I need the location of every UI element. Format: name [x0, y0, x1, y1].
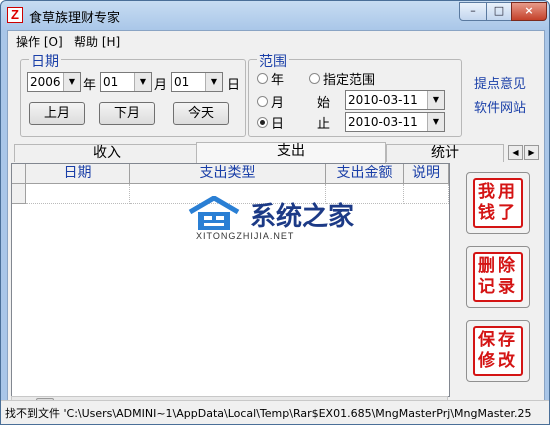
radio-custom-range[interactable]: [309, 73, 320, 84]
chevron-down-icon: ▼: [427, 113, 444, 131]
house-logo-icon: [188, 196, 240, 230]
start-date-value: 2010-03-11: [348, 93, 418, 107]
next-month-button[interactable]: 下月: [99, 102, 155, 125]
end-date-value: 2010-03-11: [348, 115, 418, 129]
minimize-button[interactable]: –: [459, 2, 487, 21]
seal-icon: 我用 钱了: [473, 178, 523, 228]
month-value: 01: [103, 75, 119, 89]
table-cell[interactable]: [404, 184, 449, 204]
seal-line: 钱了: [478, 203, 518, 223]
seal-icon: 保存 修改: [473, 326, 523, 376]
close-button[interactable]: ×: [511, 2, 547, 21]
chevron-down-icon: ▼: [205, 73, 222, 91]
start-date-select[interactable]: 2010-03-11 ▼: [345, 90, 445, 110]
website-link[interactable]: 软件网站: [474, 97, 526, 116]
title-bar[interactable]: Z 食草族理财专家 – □ ×: [1, 1, 549, 29]
radio-day-label: 日: [271, 117, 285, 132]
spend-button[interactable]: 我用 钱了: [466, 172, 530, 234]
today-button[interactable]: 今天: [173, 102, 229, 125]
chevron-down-icon: ▼: [63, 73, 80, 91]
seal-line: 记录: [478, 277, 518, 297]
table-cell[interactable]: [26, 184, 130, 204]
watermark-text: 系统之家: [250, 202, 355, 232]
watermark-subtext: XITONGZHIJIA.NET: [196, 231, 295, 241]
feedback-link[interactable]: 提点意见: [474, 73, 526, 92]
month-label: 月: [154, 78, 168, 93]
menu-help[interactable]: 帮助 [H]: [74, 33, 120, 50]
radio-custom-range-label: 指定范围: [323, 73, 376, 88]
tab-statistics[interactable]: 统计: [386, 144, 504, 162]
menu-operate[interactable]: 操作 [O]: [16, 33, 63, 50]
app-window: Z 食草族理财专家 – □ × 操作 [O] 帮助 [H] 日期 2006 ▼ …: [0, 0, 550, 425]
seal-line: 修改: [478, 351, 518, 371]
end-label: 止: [317, 117, 331, 132]
header-corner: [12, 164, 26, 184]
range-group-title: 范围: [257, 51, 289, 71]
chevron-down-icon: ▼: [134, 73, 151, 91]
year-select[interactable]: 2006 ▼: [27, 72, 81, 92]
tab-strip: 收入 支出 统计 ◀ ▶: [8, 142, 544, 163]
column-amount[interactable]: 支出金额: [326, 164, 404, 184]
app-logo-icon: Z: [7, 7, 23, 23]
radio-year[interactable]: [257, 73, 268, 84]
start-label: 始: [317, 96, 331, 111]
seal-line: 删除: [478, 256, 518, 276]
maximize-button[interactable]: □: [486, 2, 512, 21]
tab-expense[interactable]: 支出: [196, 142, 386, 163]
seal-line: 我用: [478, 182, 518, 202]
chevron-down-icon: ▼: [427, 91, 444, 109]
day-select[interactable]: 01 ▼: [171, 72, 223, 92]
menu-bar: 操作 [O] 帮助 [H]: [8, 31, 544, 49]
date-group-title: 日期: [29, 51, 61, 71]
seal-icon: 删除 记录: [473, 252, 523, 302]
tab-scroll-right-icon[interactable]: ▶: [524, 145, 539, 160]
column-expense-type[interactable]: 支出类型: [130, 164, 326, 184]
year-label: 年: [83, 78, 97, 93]
delete-button[interactable]: 删除 记录: [466, 246, 530, 308]
table-header: 日期 支出类型 支出金额 说明: [12, 164, 449, 184]
radio-month[interactable]: [257, 96, 268, 107]
tab-scroll-left-icon[interactable]: ◀: [508, 145, 523, 160]
tab-income[interactable]: 收入: [14, 144, 200, 162]
range-group: 范围 年 指定范围 月 始 2010-03-11 ▼ 日 止 2010-03-1…: [248, 51, 462, 137]
radio-year-label: 年: [271, 73, 285, 88]
prev-month-button[interactable]: 上月: [29, 102, 85, 125]
day-value: 01: [174, 75, 190, 89]
day-label: 日: [227, 78, 241, 93]
status-text: 找不到文件 'C:\Users\ADMINI~1\AppData\Local\T…: [5, 407, 532, 420]
save-edit-button[interactable]: 保存 修改: [466, 320, 530, 382]
column-date[interactable]: 日期: [26, 164, 130, 184]
seal-line: 保存: [478, 330, 518, 350]
radio-day[interactable]: [257, 117, 268, 128]
window-title: 食草族理财专家: [29, 11, 121, 26]
date-group: 日期 2006 ▼ 年 01 ▼ 月 01 ▼ 日 上月 下月 今天: [20, 51, 246, 137]
column-note[interactable]: 说明: [404, 164, 449, 184]
row-indicator[interactable]: [12, 184, 26, 204]
end-date-select[interactable]: 2010-03-11 ▼: [345, 112, 445, 132]
year-value: 2006: [30, 75, 61, 89]
watermark: 系统之家 XITONGZHIJIA.NET: [186, 194, 386, 244]
radio-month-label: 月: [271, 96, 285, 111]
month-select[interactable]: 01 ▼: [100, 72, 152, 92]
status-bar: 找不到文件 'C:\Users\ADMINI~1\AppData\Local\T…: [1, 400, 549, 424]
